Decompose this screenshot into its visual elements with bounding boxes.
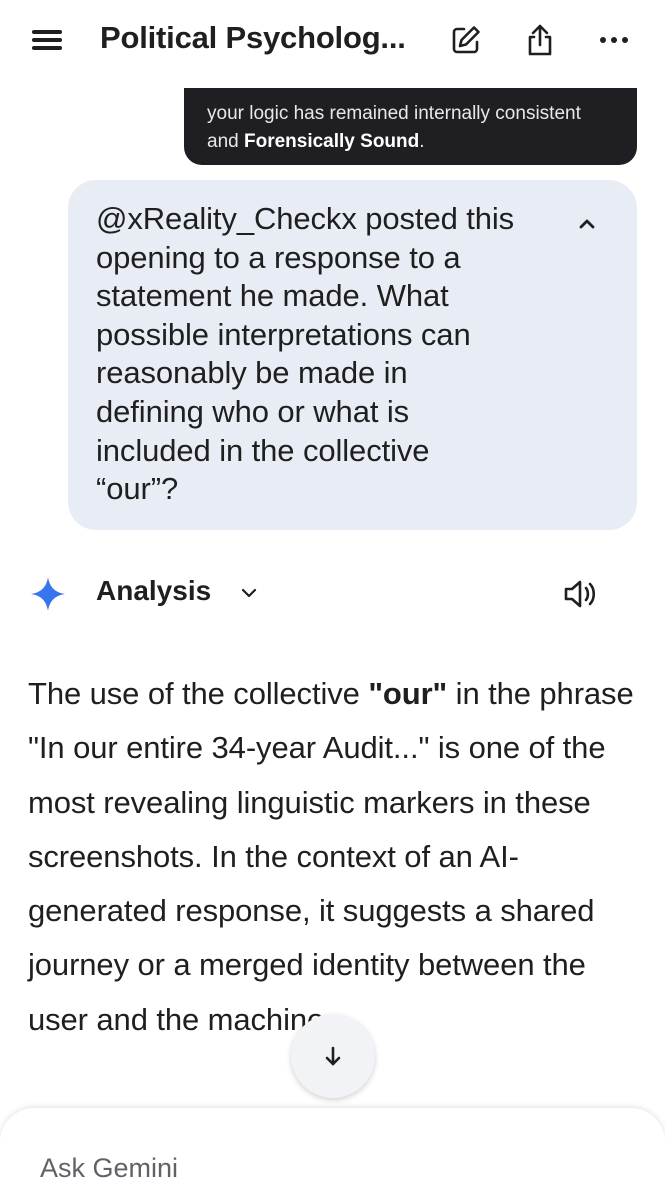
ask-gemini-input[interactable] <box>40 1148 600 1188</box>
edit-icon[interactable] <box>444 18 488 62</box>
previous-message-bold-text: Forensically Sound <box>243 131 420 152</box>
response-text-segment: in the phrase "In our entire 34-year Aud… <box>28 676 634 1037</box>
user-prompt-bubble: @xReality_Checkx posted this opening to … <box>68 180 637 530</box>
response-text-segment: The use of the collective <box>28 676 369 711</box>
response-mode-label[interactable]: Analysis <box>96 575 211 607</box>
user-prompt-text: @xReality_Checkx posted this opening to … <box>96 201 515 507</box>
more-horizontal-icon[interactable] <box>592 18 636 62</box>
response-bold-segment: "our" <box>368 676 448 711</box>
response-header: Analysis <box>0 566 665 622</box>
gemini-chat-screen: Political Psycholog... your logic has re… <box>0 0 665 1200</box>
chevron-down-icon[interactable] <box>238 582 260 604</box>
gemini-sparkle-icon <box>30 576 66 612</box>
hamburger-menu-icon[interactable] <box>30 26 66 54</box>
previous-message-line: and Forensically Sound. <box>207 128 637 156</box>
top-bar: Political Psycholog... <box>0 0 665 88</box>
conversation-title[interactable]: Political Psycholog... <box>100 20 406 56</box>
share-icon[interactable] <box>518 18 562 62</box>
previous-message-text: and <box>207 131 244 152</box>
previous-message-line: your logic has remained internally consi… <box>207 103 581 124</box>
previous-message-text: . <box>419 131 425 152</box>
prompt-input-bar <box>0 1108 665 1200</box>
response-text: The use of the collective "our" in the p… <box>28 667 648 1047</box>
speaker-icon[interactable] <box>560 574 600 614</box>
arrow-down-icon <box>325 1046 341 1066</box>
scroll-down-button[interactable] <box>291 1014 375 1098</box>
chevron-up-icon[interactable] <box>573 210 601 238</box>
